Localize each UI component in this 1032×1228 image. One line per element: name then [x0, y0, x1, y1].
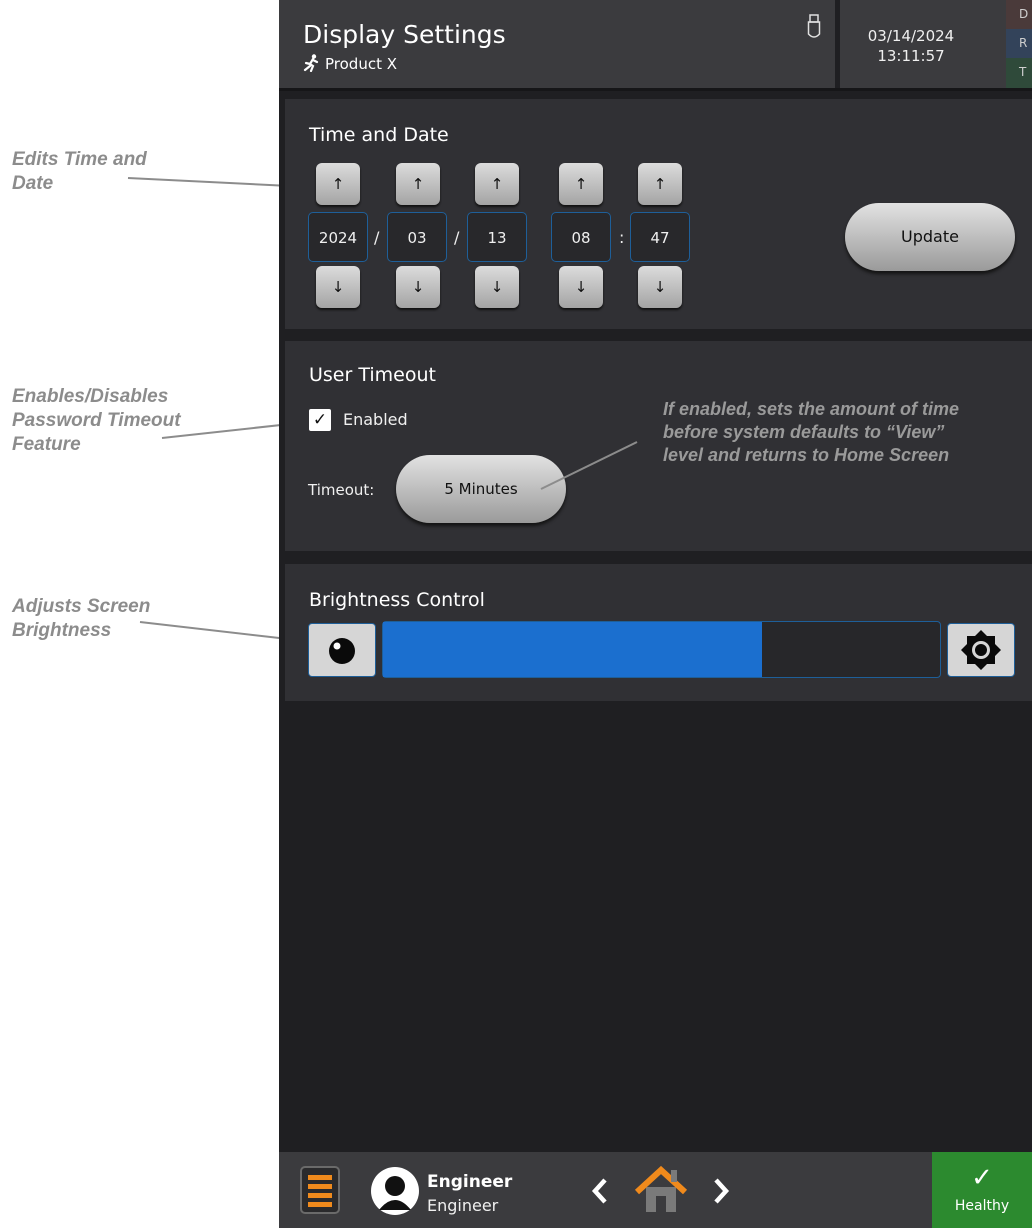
- brightness-slider[interactable]: [382, 621, 941, 678]
- brightness-increase-button[interactable]: [947, 623, 1015, 677]
- chevron-right-icon[interactable]: [711, 1176, 731, 1206]
- status-healthy-button[interactable]: ✓ Healthy: [932, 1152, 1032, 1228]
- check-icon: ✓: [971, 1163, 993, 1193]
- user-role: Engineer: [427, 1196, 499, 1215]
- brightness-decrease-button[interactable]: [308, 623, 376, 677]
- chevron-left-icon[interactable]: [590, 1176, 610, 1206]
- brightness-high-icon: [961, 630, 1001, 670]
- device-screen: Display Settings Product X 03/14/2024 13…: [279, 0, 1032, 1228]
- menu-icon[interactable]: [300, 1166, 340, 1214]
- brightness-low-icon: [329, 638, 355, 664]
- brightness-slider-fill: [383, 622, 762, 677]
- status-label: Healthy: [954, 1198, 1010, 1214]
- user-avatar-icon[interactable]: [370, 1166, 420, 1216]
- home-icon[interactable]: [635, 1162, 687, 1214]
- user-name: Engineer: [427, 1172, 513, 1192]
- footer-bar: Engineer Engineer: [279, 1152, 1032, 1228]
- brightness-title: Brightness Control: [309, 589, 485, 611]
